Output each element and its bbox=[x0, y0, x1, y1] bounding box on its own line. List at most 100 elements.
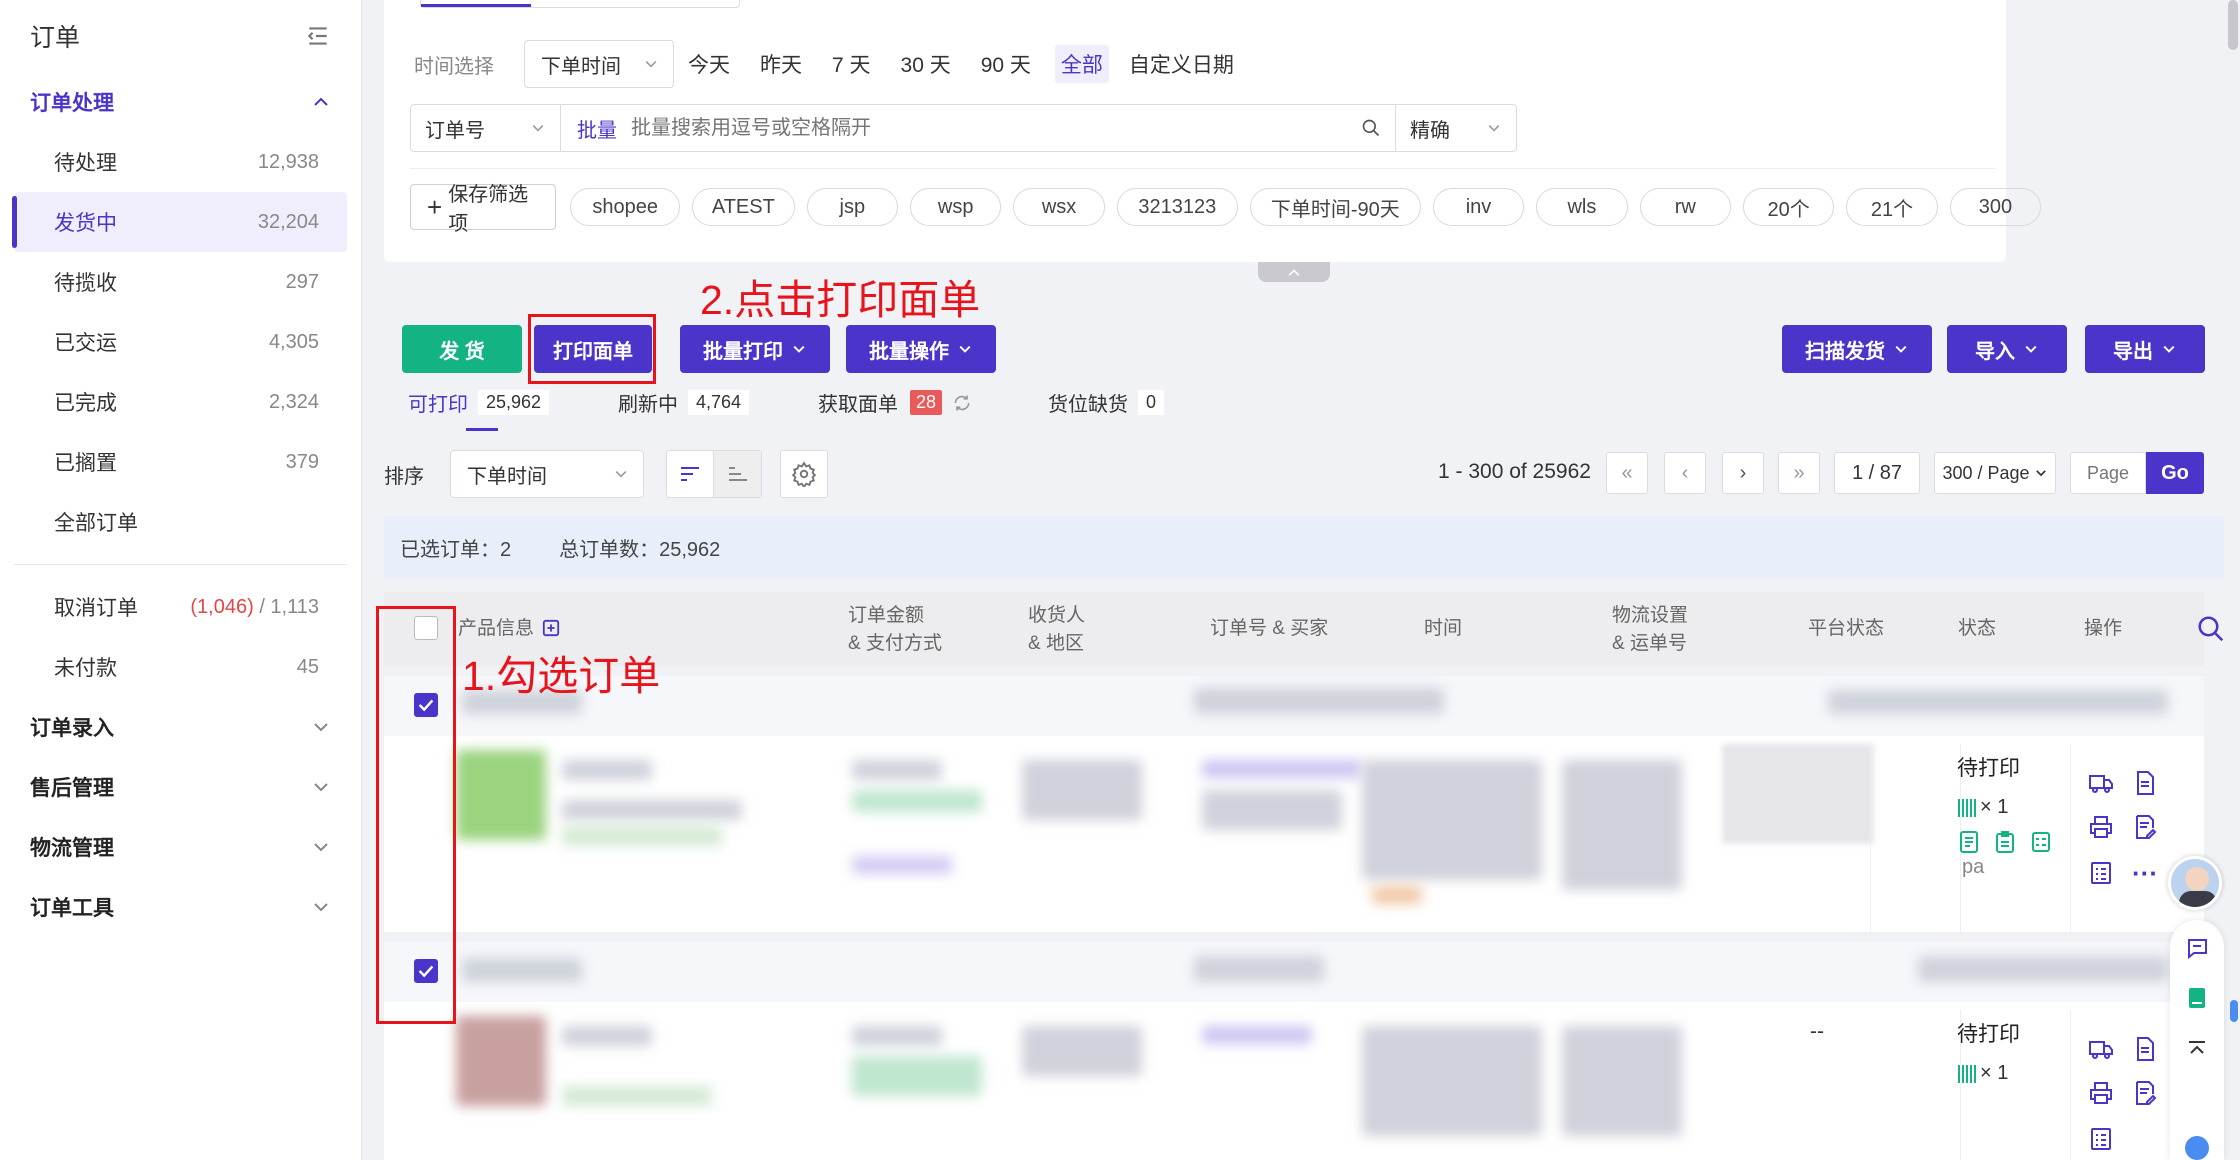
col-logistics: 物流设置 & 运单号 bbox=[1612, 605, 1689, 654]
sidebar-item-pending[interactable]: 待处理 12,938 bbox=[0, 132, 361, 192]
sidebar-item-cancelled[interactable]: 取消订单 (1,046) / 1,113 bbox=[0, 577, 361, 637]
save-filter-button[interactable]: + 保存筛选项 bbox=[410, 184, 557, 235]
support-avatar[interactable] bbox=[2168, 856, 2222, 910]
filter-tag[interactable]: rw bbox=[1639, 188, 1731, 226]
column-settings-button[interactable] bbox=[780, 450, 828, 498]
col-status: 状态 bbox=[1958, 618, 1997, 639]
time-option-custom[interactable]: 自定义日期 bbox=[1129, 49, 1234, 79]
filter-tag[interactable]: wls bbox=[1536, 188, 1628, 226]
expand-column-icon[interactable] bbox=[542, 619, 560, 637]
sidebar-item-all-orders[interactable]: 全部订单 bbox=[0, 492, 361, 552]
edit-document-icon[interactable] bbox=[2132, 814, 2158, 840]
list-document-icon[interactable] bbox=[2088, 1126, 2114, 1152]
first-page-button[interactable]: « bbox=[1606, 452, 1648, 494]
match-mode-select[interactable]: 精确 bbox=[1396, 105, 1516, 151]
tab-printable[interactable]: 可打印 25,962 bbox=[408, 388, 550, 417]
chevron-left-icon: ‹ bbox=[1681, 461, 1689, 484]
per-page-select[interactable]: 300 / Page bbox=[1934, 452, 2056, 494]
page-jump-input[interactable] bbox=[2070, 452, 2146, 494]
sidebar-item-shipping[interactable]: 发货中 32,204 bbox=[12, 192, 347, 252]
filter-tag[interactable]: wsp bbox=[909, 188, 1002, 226]
printer-icon[interactable] bbox=[2088, 1080, 2114, 1106]
filter-tag[interactable]: 21个 bbox=[1846, 188, 1938, 226]
smile-icon[interactable] bbox=[2183, 1134, 2211, 1160]
time-option-30days[interactable]: 30 天 bbox=[901, 49, 951, 79]
order-field-select[interactable]: 订单号 bbox=[411, 105, 561, 151]
print-count: × 1 bbox=[1958, 796, 2008, 819]
col-order-buyer: 订单号 & 买家 bbox=[1210, 618, 1329, 639]
tab-fetch-label[interactable]: 获取面单 28 bbox=[818, 388, 972, 417]
filter-tag[interactable]: 3213123 bbox=[1116, 188, 1238, 226]
clipboard-icon[interactable] bbox=[1994, 830, 2016, 854]
time-option-yesterday[interactable]: 昨天 bbox=[760, 49, 802, 79]
time-field-select[interactable]: 下单时间 bbox=[524, 40, 674, 88]
notebook-icon[interactable] bbox=[2185, 986, 2209, 1010]
double-chevron-left-icon: « bbox=[1621, 461, 1633, 484]
filter-tag[interactable]: inv bbox=[1432, 188, 1525, 226]
truck-icon[interactable] bbox=[2088, 770, 2114, 796]
more-icon[interactable]: ··· bbox=[2132, 858, 2158, 889]
batch-ops-button[interactable]: 批量操作 bbox=[846, 325, 996, 373]
search-input[interactable] bbox=[631, 105, 1346, 151]
export-button[interactable]: 导出 bbox=[2085, 325, 2205, 373]
filter-tag[interactable]: shopee bbox=[570, 188, 681, 226]
collapse-sidebar-icon[interactable] bbox=[305, 23, 331, 49]
cancelled-total: / 1,113 bbox=[253, 595, 319, 618]
prev-page-button[interactable]: ‹ bbox=[1664, 452, 1706, 494]
back-to-top-icon[interactable] bbox=[2185, 1038, 2209, 1062]
sidebar-item-completed[interactable]: 已完成 2,324 bbox=[0, 372, 361, 432]
search-button[interactable] bbox=[1346, 105, 1396, 151]
sidebar-group-logistics[interactable]: 物流管理 bbox=[0, 817, 361, 877]
tab-out-of-stock[interactable]: 货位缺货 0 bbox=[1048, 388, 1165, 417]
sidebar-item-awaiting-pickup[interactable]: 待揽收 297 bbox=[0, 252, 361, 312]
time-option-7days[interactable]: 7 天 bbox=[832, 49, 871, 79]
ship-button[interactable]: 发 货 bbox=[402, 325, 522, 373]
sort-asc-button[interactable] bbox=[714, 451, 761, 497]
batch-toggle[interactable]: 批量 bbox=[561, 105, 631, 151]
time-option-all[interactable]: 全部 bbox=[1054, 45, 1109, 83]
sidebar-item-unpaid[interactable]: 未付款 45 bbox=[0, 637, 361, 697]
chevron-down-icon bbox=[314, 843, 328, 852]
next-page-button[interactable]: › bbox=[1722, 452, 1764, 494]
invoice-icon[interactable] bbox=[1958, 830, 1980, 854]
truck-icon[interactable] bbox=[2088, 1036, 2114, 1062]
tab-refreshing[interactable]: 刷新中 4,764 bbox=[618, 388, 750, 417]
refresh-icon[interactable] bbox=[952, 393, 972, 413]
scrollbar-thumb[interactable] bbox=[2228, 0, 2238, 50]
sidebar-item-on-hold[interactable]: 已搁置 379 bbox=[0, 432, 361, 492]
collapse-filter-toggle[interactable] bbox=[1258, 262, 1330, 282]
import-button[interactable]: 导入 bbox=[1947, 325, 2067, 373]
edit-document-icon[interactable] bbox=[2132, 1080, 2158, 1106]
time-filter-label: 时间选择 bbox=[414, 55, 494, 78]
packing-list-icon[interactable] bbox=[2030, 830, 2052, 854]
document-icon[interactable] bbox=[2132, 1036, 2158, 1062]
sidebar-group-after-sales[interactable]: 售后管理 bbox=[0, 757, 361, 817]
filter-tag[interactable]: wsx bbox=[1013, 188, 1105, 226]
sidebar-group-order-tools[interactable]: 订单工具 bbox=[0, 877, 361, 937]
filter-tag[interactable]: 300 bbox=[1949, 188, 2042, 226]
sort-field-select[interactable]: 下单时间 bbox=[450, 450, 644, 498]
sidebar-item-handed-over[interactable]: 已交运 4,305 bbox=[0, 312, 361, 372]
filter-tag[interactable]: 下单时间-90天 bbox=[1249, 188, 1421, 226]
filter-tag[interactable]: ATEST bbox=[692, 188, 795, 226]
chat-icon[interactable] bbox=[2185, 936, 2209, 960]
sidebar-group-order-process[interactable]: 订单处理 bbox=[0, 72, 361, 132]
filter-tag[interactable]: jsp bbox=[806, 188, 898, 226]
filter-tag[interactable]: 20个 bbox=[1742, 188, 1835, 226]
col-time: 时间 bbox=[1424, 618, 1463, 639]
time-option-today[interactable]: 今天 bbox=[688, 49, 730, 79]
document-icon[interactable] bbox=[2132, 770, 2158, 796]
batch-print-button[interactable]: 批量打印 bbox=[680, 325, 830, 373]
printer-icon[interactable] bbox=[2088, 814, 2114, 840]
pagination-range: 1 - 300 of 25962 bbox=[1438, 460, 1591, 483]
list-document-icon[interactable] bbox=[2088, 860, 2114, 886]
time-option-90days[interactable]: 90 天 bbox=[981, 49, 1031, 79]
sidebar-group-order-entry[interactable]: 订单录入 bbox=[0, 697, 361, 757]
scan-ship-button[interactable]: 扫描发货 bbox=[1782, 325, 1932, 373]
search-icon[interactable] bbox=[2196, 614, 2226, 644]
last-page-button[interactable]: » bbox=[1778, 452, 1820, 494]
scrollbar-marker bbox=[2230, 1000, 2238, 1022]
search-row: 订单号 批量 精确 bbox=[410, 104, 1517, 152]
sort-desc-button[interactable] bbox=[667, 451, 715, 497]
go-button[interactable]: Go bbox=[2146, 452, 2204, 494]
